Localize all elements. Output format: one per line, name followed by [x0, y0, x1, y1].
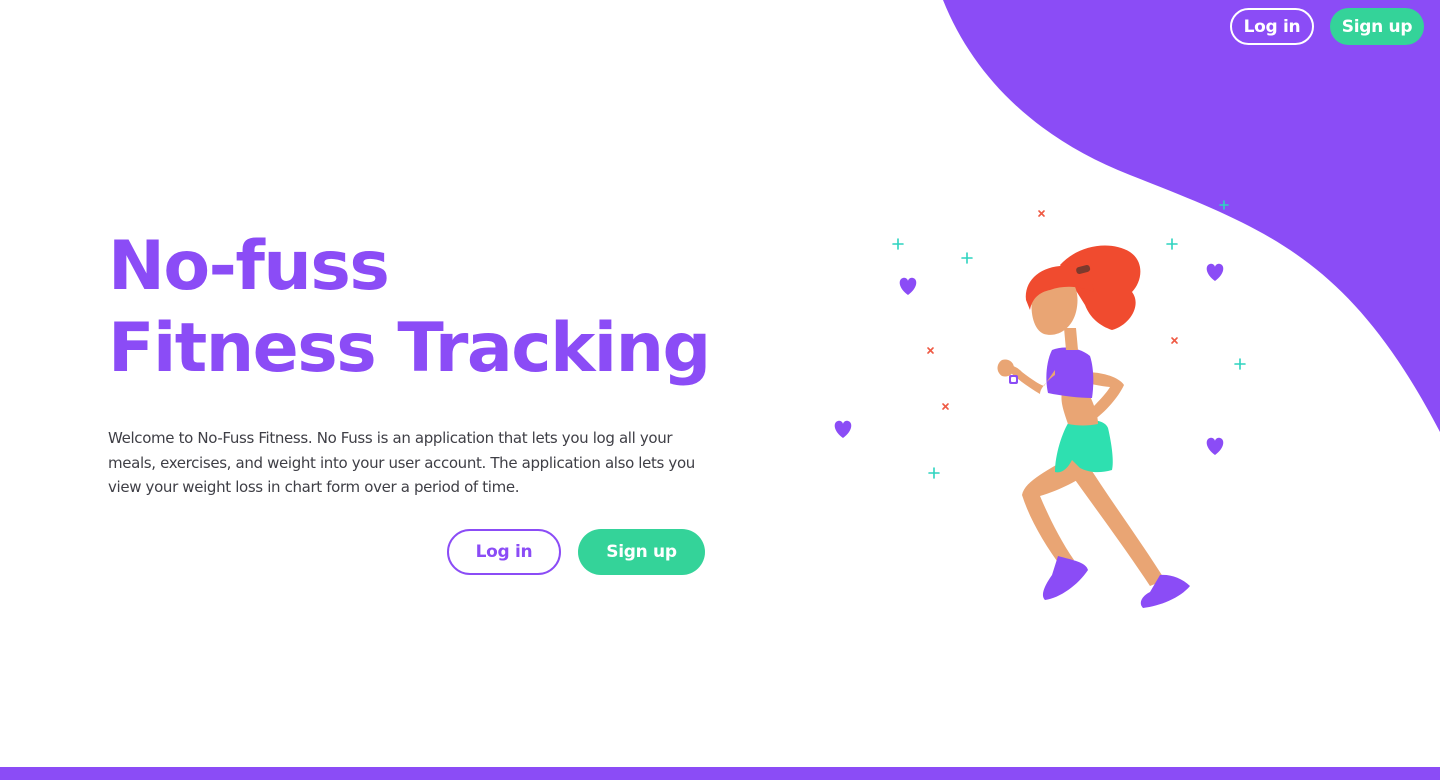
hero-title-line2: Fitness Tracking [108, 309, 711, 388]
hero-title: No-fuss Fitness Tracking [108, 226, 711, 390]
hero-title-line1: No-fuss [108, 227, 390, 306]
hero-description: Welcome to No-Fuss Fitness. No Fuss is a… [108, 429, 695, 496]
running-woman-illustration [834, 200, 1246, 608]
nav-login-button[interactable]: Log in [1230, 8, 1314, 45]
footer-bar [0, 767, 1440, 780]
hero-signup-button[interactable]: Sign up [578, 529, 705, 575]
hero-login-button[interactable]: Log in [447, 529, 561, 575]
cta-buttons: Log in Sign up [447, 529, 705, 575]
nav-signup-button[interactable]: Sign up [1330, 8, 1424, 45]
landing-page: Log in Sign up No-fuss Fitness Tracking … [0, 0, 1440, 780]
runner-figure [997, 245, 1190, 608]
top-navigation: Log in Sign up [1230, 8, 1424, 45]
